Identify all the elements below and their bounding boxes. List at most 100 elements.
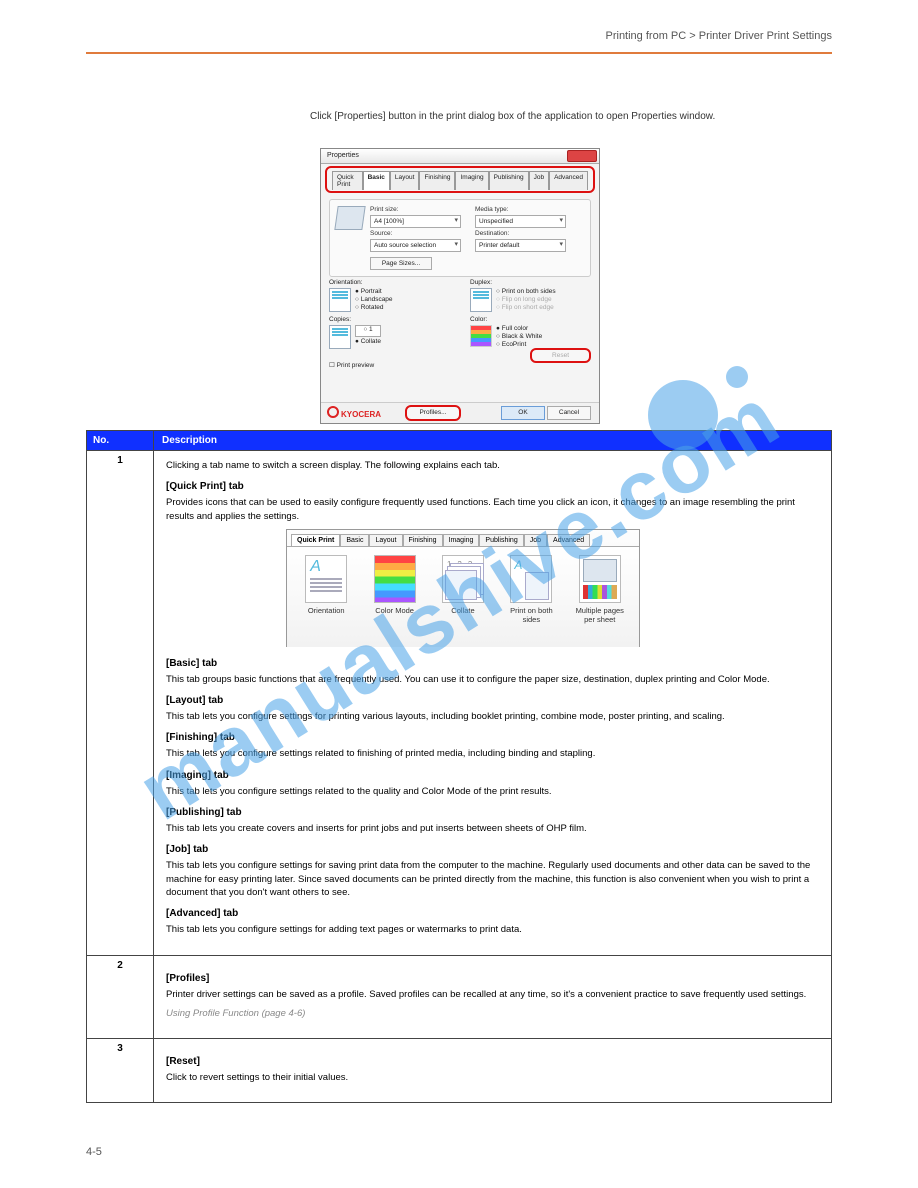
copies-spinner[interactable]: 1 bbox=[355, 325, 381, 337]
ecoprint-check[interactable]: EcoPrint bbox=[496, 341, 542, 348]
col-no: No. bbox=[87, 431, 154, 450]
tab-advanced[interactable]: Advanced bbox=[549, 171, 588, 190]
tab-quickprint[interactable]: Quick Print bbox=[332, 171, 363, 190]
advanced-tab-desc: This tab lets you configure settings for… bbox=[166, 923, 819, 936]
collate-icon bbox=[442, 555, 484, 603]
profiles-ref: Using Profile Function (page 4-6) bbox=[166, 1007, 819, 1020]
quickprint-preview: Quick Print Basic Layout Finishing Imagi… bbox=[286, 529, 640, 647]
qp-tab-layout[interactable]: Layout bbox=[369, 534, 402, 546]
qp-tab-publishing[interactable]: Publishing bbox=[479, 534, 523, 546]
advanced-tab-title: [Advanced] tab bbox=[166, 907, 819, 921]
orientation-icon bbox=[329, 288, 351, 312]
tab-strip: Quick Print Basic Layout Finishing Imagi… bbox=[328, 169, 592, 190]
profiles-title: [Profiles] bbox=[166, 972, 819, 986]
duplex-check[interactable]: Print on both sides bbox=[496, 288, 556, 295]
job-tab-title: [Job] tab bbox=[166, 843, 819, 857]
print-size-label: Print size: bbox=[370, 206, 461, 213]
dialog-bottom-bar: KYOCERA Profiles... OK Cancel bbox=[321, 402, 599, 423]
tab-strip-highlight: Quick Print Basic Layout Finishing Imagi… bbox=[325, 166, 595, 193]
row1-intro: Clicking a tab name to switch a screen d… bbox=[166, 459, 819, 472]
tab-job[interactable]: Job bbox=[529, 171, 549, 190]
qp-orientation[interactable]: Orientation bbox=[297, 555, 355, 615]
duplex-icon bbox=[510, 555, 552, 603]
print-size-dropdown[interactable]: A4 [100%] bbox=[370, 215, 461, 228]
radio-landscape[interactable]: Landscape bbox=[355, 296, 393, 303]
imaging-tab-desc: This tab lets you configure settings rel… bbox=[166, 785, 819, 798]
profiles-button-highlight[interactable]: Profiles... bbox=[405, 405, 461, 421]
copies-icon bbox=[329, 325, 351, 349]
color-mode-icon bbox=[374, 555, 416, 603]
properties-dialog: Properties Quick Print Basic Layout Fini… bbox=[320, 148, 600, 424]
color-icon bbox=[470, 325, 492, 347]
media-type-label: Media type: bbox=[475, 206, 566, 213]
radio-portrait[interactable]: Portrait bbox=[355, 288, 393, 295]
orientation-radios[interactable]: Portrait Landscape Rotated bbox=[355, 288, 393, 311]
reset-button-highlight[interactable]: Reset bbox=[530, 348, 591, 363]
page-sizes-button[interactable]: Page Sizes... bbox=[370, 257, 432, 270]
tab-imaging[interactable]: Imaging bbox=[455, 171, 488, 190]
ok-button[interactable]: OK bbox=[501, 406, 545, 420]
duplex-icon bbox=[470, 288, 492, 312]
duplex-shortedge: Flip on short edge bbox=[496, 304, 556, 311]
watermark-dot-icon bbox=[726, 366, 748, 388]
orientation-icon bbox=[305, 555, 347, 603]
qp-tab-imaging[interactable]: Imaging bbox=[443, 534, 480, 546]
qp-collate[interactable]: Collate bbox=[434, 555, 492, 615]
publishing-tab-title: [Publishing] tab bbox=[166, 806, 819, 820]
qp-duplex[interactable]: Print on both sides bbox=[502, 555, 560, 624]
collate-checkbox[interactable]: Collate bbox=[355, 338, 381, 345]
tab-finishing[interactable]: Finishing bbox=[419, 171, 455, 190]
qp-tab-basic[interactable]: Basic bbox=[340, 534, 369, 546]
radio-rotated[interactable]: Rotated bbox=[355, 304, 393, 311]
row-no: 3 bbox=[87, 1039, 154, 1102]
intro-text: Click [Properties] button in the print d… bbox=[310, 110, 750, 124]
layout-tab-title: [Layout] tab bbox=[166, 694, 819, 708]
cancel-button[interactable]: Cancel bbox=[547, 406, 591, 420]
page-number: 4-5 bbox=[86, 1146, 102, 1158]
print-preview-check[interactable]: Print preview bbox=[329, 362, 374, 369]
qp-multipage[interactable]: Multiple pages per sheet bbox=[571, 555, 629, 624]
qp-tab-title: [Quick Print] tab bbox=[166, 480, 819, 494]
qp-tab-job[interactable]: Job bbox=[524, 534, 547, 546]
duplex-longedge: Flip on long edge bbox=[496, 296, 556, 303]
tab-layout[interactable]: Layout bbox=[390, 171, 420, 190]
layout-tab-desc: This tab lets you configure settings for… bbox=[166, 710, 819, 723]
brand-logo: KYOCERA bbox=[327, 406, 381, 419]
basic-tab-desc: This tab groups basic functions that are… bbox=[166, 673, 819, 686]
publishing-tab-desc: This tab lets you create covers and inse… bbox=[166, 822, 819, 835]
radio-bw[interactable]: Black & White bbox=[496, 333, 542, 340]
tab-basic[interactable]: Basic bbox=[363, 171, 390, 190]
multipage-icon bbox=[579, 555, 621, 603]
row-no: 1 bbox=[87, 451, 154, 955]
qp-tab-advanced[interactable]: Advanced bbox=[547, 534, 590, 546]
page-header: Printing from PC > Printer Driver Print … bbox=[606, 30, 833, 42]
qp-colormode[interactable]: Color Mode bbox=[366, 555, 424, 615]
description-table: No. Description 1 Clicking a tab name to… bbox=[86, 430, 832, 1103]
media-type-dropdown[interactable]: Unspecified bbox=[475, 215, 566, 228]
reset-desc: Click to revert settings to their initia… bbox=[166, 1071, 819, 1084]
tab-publishing[interactable]: Publishing bbox=[489, 171, 529, 190]
paper-group: Print size: A4 [100%] Source: Auto sourc… bbox=[329, 199, 591, 277]
orientation-title: Orientation: bbox=[329, 279, 450, 286]
job-tab-desc: This tab lets you configure settings for… bbox=[166, 859, 819, 899]
source-label: Source: bbox=[370, 230, 461, 237]
radio-fullcolor[interactable]: Full color bbox=[496, 325, 542, 332]
dialog-title: Properties bbox=[327, 152, 359, 159]
qp-tab-finishing[interactable]: Finishing bbox=[403, 534, 443, 546]
qp-tab-quickprint[interactable]: Quick Print bbox=[291, 534, 340, 546]
destination-label: Destination: bbox=[475, 230, 566, 237]
finishing-tab-title: [Finishing] tab bbox=[166, 731, 819, 745]
basic-tab-title: [Basic] tab bbox=[166, 657, 819, 671]
qp-tab-desc: Provides icons that can be used to easil… bbox=[166, 496, 819, 523]
color-radios[interactable]: Full color Black & White EcoPrint bbox=[496, 325, 542, 348]
destination-dropdown[interactable]: Printer default bbox=[475, 239, 566, 252]
source-dropdown[interactable]: Auto source selection bbox=[370, 239, 461, 252]
imaging-tab-title: [Imaging] tab bbox=[166, 769, 819, 783]
finishing-tab-desc: This tab lets you configure settings rel… bbox=[166, 747, 819, 760]
paper-icon bbox=[334, 206, 365, 230]
table-row: 2 [Profiles] Printer driver settings can… bbox=[87, 955, 831, 1039]
col-desc: Description bbox=[154, 431, 831, 450]
dialog-titlebar: Properties bbox=[321, 149, 599, 164]
close-icon[interactable] bbox=[567, 150, 597, 162]
copies-title: Copies: bbox=[329, 316, 450, 323]
